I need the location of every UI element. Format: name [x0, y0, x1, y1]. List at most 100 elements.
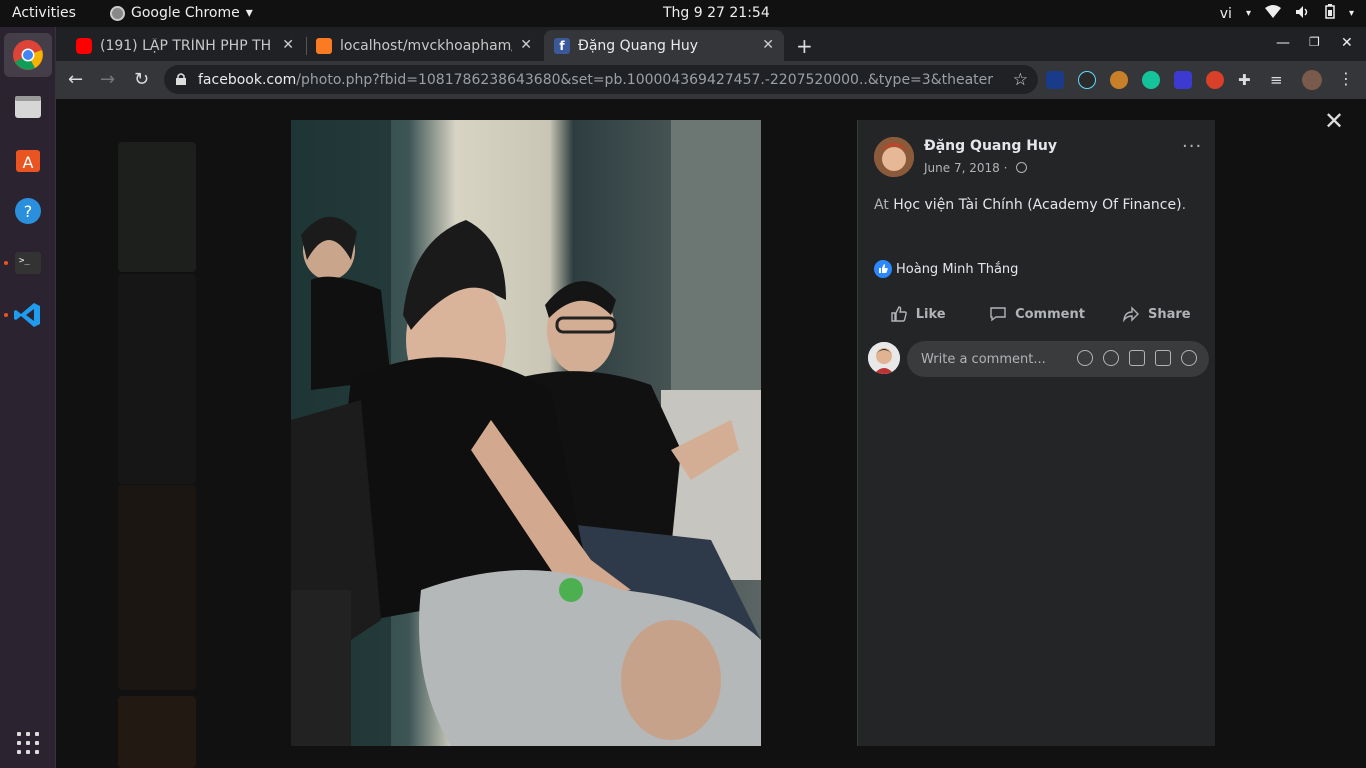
- chevron-down-icon: ▾: [245, 5, 253, 21]
- comment-input[interactable]: Write a comment...: [907, 341, 1209, 377]
- chevron-down-icon: ▾: [1348, 8, 1354, 19]
- show-applications-icon[interactable]: [17, 732, 39, 754]
- system-tray[interactable]: vi ▾ ▾: [1220, 4, 1354, 23]
- app-menu[interactable]: Google Chrome ▾: [110, 5, 253, 21]
- media-control-icon[interactable]: ≡: [1270, 71, 1288, 89]
- tab-youtube[interactable]: (191) LẬP TRÌNH PHP THE ✕: [66, 30, 304, 61]
- bookmark-star-icon[interactable]: ☆: [1013, 70, 1028, 90]
- svg-text:A: A: [23, 153, 34, 172]
- sticker-icon[interactable]: [1181, 350, 1197, 366]
- extension-red-icon[interactable]: [1206, 71, 1224, 89]
- dock-vscode[interactable]: [10, 297, 46, 333]
- clock[interactable]: Thg 9 27 21:54: [663, 5, 770, 21]
- post-date[interactable]: June 7, 2018 ·: [924, 161, 1028, 175]
- wifi-icon: [1264, 4, 1281, 23]
- tab-title: Đặng Quang Huy: [578, 37, 699, 54]
- post-location: At Học viện Tài Chính (Academy Of Financ…: [874, 197, 1186, 213]
- dock-terminal[interactable]: >_: [10, 245, 46, 281]
- page-content: ✕ Đặng Quang Huy June 7, 2018 · ··· At H…: [56, 99, 1366, 768]
- post-date-text: June 7, 2018 ·: [924, 161, 1012, 175]
- like-button[interactable]: Like: [858, 296, 977, 332]
- like-reaction-icon: [874, 260, 892, 278]
- svg-text:>_: >_: [19, 256, 30, 266]
- chrome-app-icon: [110, 5, 125, 21]
- close-icon[interactable]: ✕: [520, 37, 532, 53]
- lock-icon: [176, 73, 186, 85]
- location-prefix: At: [874, 197, 894, 213]
- menu-kebab-icon[interactable]: ⋮: [1338, 69, 1354, 88]
- tab-localhost[interactable]: localhost/mvckhoapham/ ✕: [306, 30, 542, 61]
- running-indicator: [4, 261, 8, 265]
- url-host: facebook.com: [198, 71, 297, 88]
- post-photo[interactable]: [291, 120, 761, 746]
- close-photo-button[interactable]: ✕: [1324, 107, 1344, 135]
- chrome-icon: [13, 40, 43, 70]
- author-name[interactable]: Đặng Quang Huy: [924, 138, 1057, 154]
- new-tab-button[interactable]: +: [796, 34, 813, 58]
- volume-icon: [1295, 5, 1311, 23]
- comment-label: Comment: [1015, 306, 1085, 322]
- background-thumbnail: [118, 485, 196, 690]
- window-close-button[interactable]: ✕: [1341, 35, 1353, 51]
- post-details-panel: Đặng Quang Huy June 7, 2018 · ··· At Học…: [857, 120, 1215, 746]
- tab-title: localhost/mvckhoapham/: [340, 37, 512, 54]
- dock-software[interactable]: A: [10, 141, 46, 177]
- system-top-bar: Activities Google Chrome ▾ Thg 9 27 21:5…: [0, 0, 1366, 27]
- emoji-icon[interactable]: [1103, 350, 1119, 366]
- background-contact-list: [1214, 139, 1364, 659]
- chevron-down-icon: ▾: [1245, 8, 1251, 19]
- more-options-button[interactable]: ···: [1182, 136, 1202, 157]
- comment-icon: [990, 307, 1006, 322]
- extensions-puzzle-icon[interactable]: ✚: [1238, 71, 1256, 89]
- close-icon[interactable]: ✕: [762, 37, 774, 53]
- photo-image: [291, 120, 761, 746]
- reactor-name: Hoàng Minh Thắng: [896, 261, 1019, 277]
- gif-icon[interactable]: [1155, 350, 1171, 366]
- current-user-avatar-image: [868, 342, 900, 374]
- terminal-icon: >_: [15, 252, 41, 274]
- extension-j-icon[interactable]: [1046, 71, 1064, 89]
- tab-facebook[interactable]: f Đặng Quang Huy ✕: [544, 30, 784, 61]
- comment-button[interactable]: Comment: [977, 296, 1096, 332]
- url-path: /photo.php?fbid=1081786238643680&set=pb.…: [296, 71, 994, 88]
- reload-button[interactable]: ↻: [134, 69, 149, 90]
- camera-icon[interactable]: [1129, 350, 1145, 366]
- extension-d-icon[interactable]: [1174, 71, 1192, 89]
- globe-icon: [1016, 162, 1028, 173]
- battery-icon: [1325, 4, 1335, 23]
- grammarly-icon[interactable]: [1142, 71, 1160, 89]
- share-button[interactable]: Share: [1097, 296, 1216, 332]
- close-icon[interactable]: ✕: [282, 37, 294, 53]
- help-icon: ?: [15, 198, 41, 224]
- files-icon: [15, 96, 41, 118]
- author-avatar[interactable]: [874, 137, 914, 177]
- share-icon: [1122, 306, 1139, 323]
- background-thumbnail: [118, 696, 196, 768]
- activities-button[interactable]: Activities: [12, 5, 76, 21]
- back-button[interactable]: ←: [68, 69, 83, 90]
- post-actions: Like Comment Share: [858, 296, 1216, 332]
- app-menu-label: Google Chrome: [131, 5, 240, 21]
- react-devtools-icon[interactable]: [1078, 71, 1096, 89]
- avatar-sticker-icon[interactable]: [1077, 350, 1093, 366]
- maximize-button[interactable]: ❐: [1309, 35, 1320, 49]
- toolbar: ← → ↻ facebook.com/photo.php?fbid=108178…: [56, 61, 1366, 99]
- address-bar[interactable]: facebook.com/photo.php?fbid=108178623864…: [164, 65, 1038, 94]
- facebook-icon: f: [554, 37, 570, 54]
- minimize-button[interactable]: —: [1276, 35, 1290, 51]
- dock-files[interactable]: [10, 89, 46, 125]
- background-thumbnail: [118, 142, 196, 272]
- forward-button[interactable]: →: [100, 69, 115, 90]
- reactions-summary[interactable]: Hoàng Minh Thắng: [874, 260, 1018, 278]
- profile-avatar[interactable]: [1302, 70, 1322, 90]
- current-user-avatar[interactable]: [868, 342, 900, 374]
- dock-help[interactable]: ?: [10, 193, 46, 229]
- extension-owl-icon[interactable]: [1110, 71, 1128, 89]
- location-link[interactable]: Học viện Tài Chính (Academy Of Finance): [893, 197, 1181, 213]
- vscode-icon: [14, 303, 40, 327]
- dock-chrome[interactable]: [4, 33, 52, 77]
- author-avatar-image: [874, 137, 914, 177]
- input-language[interactable]: vi: [1220, 6, 1232, 22]
- software-center-icon: A: [16, 150, 40, 172]
- svg-text:?: ?: [24, 202, 33, 221]
